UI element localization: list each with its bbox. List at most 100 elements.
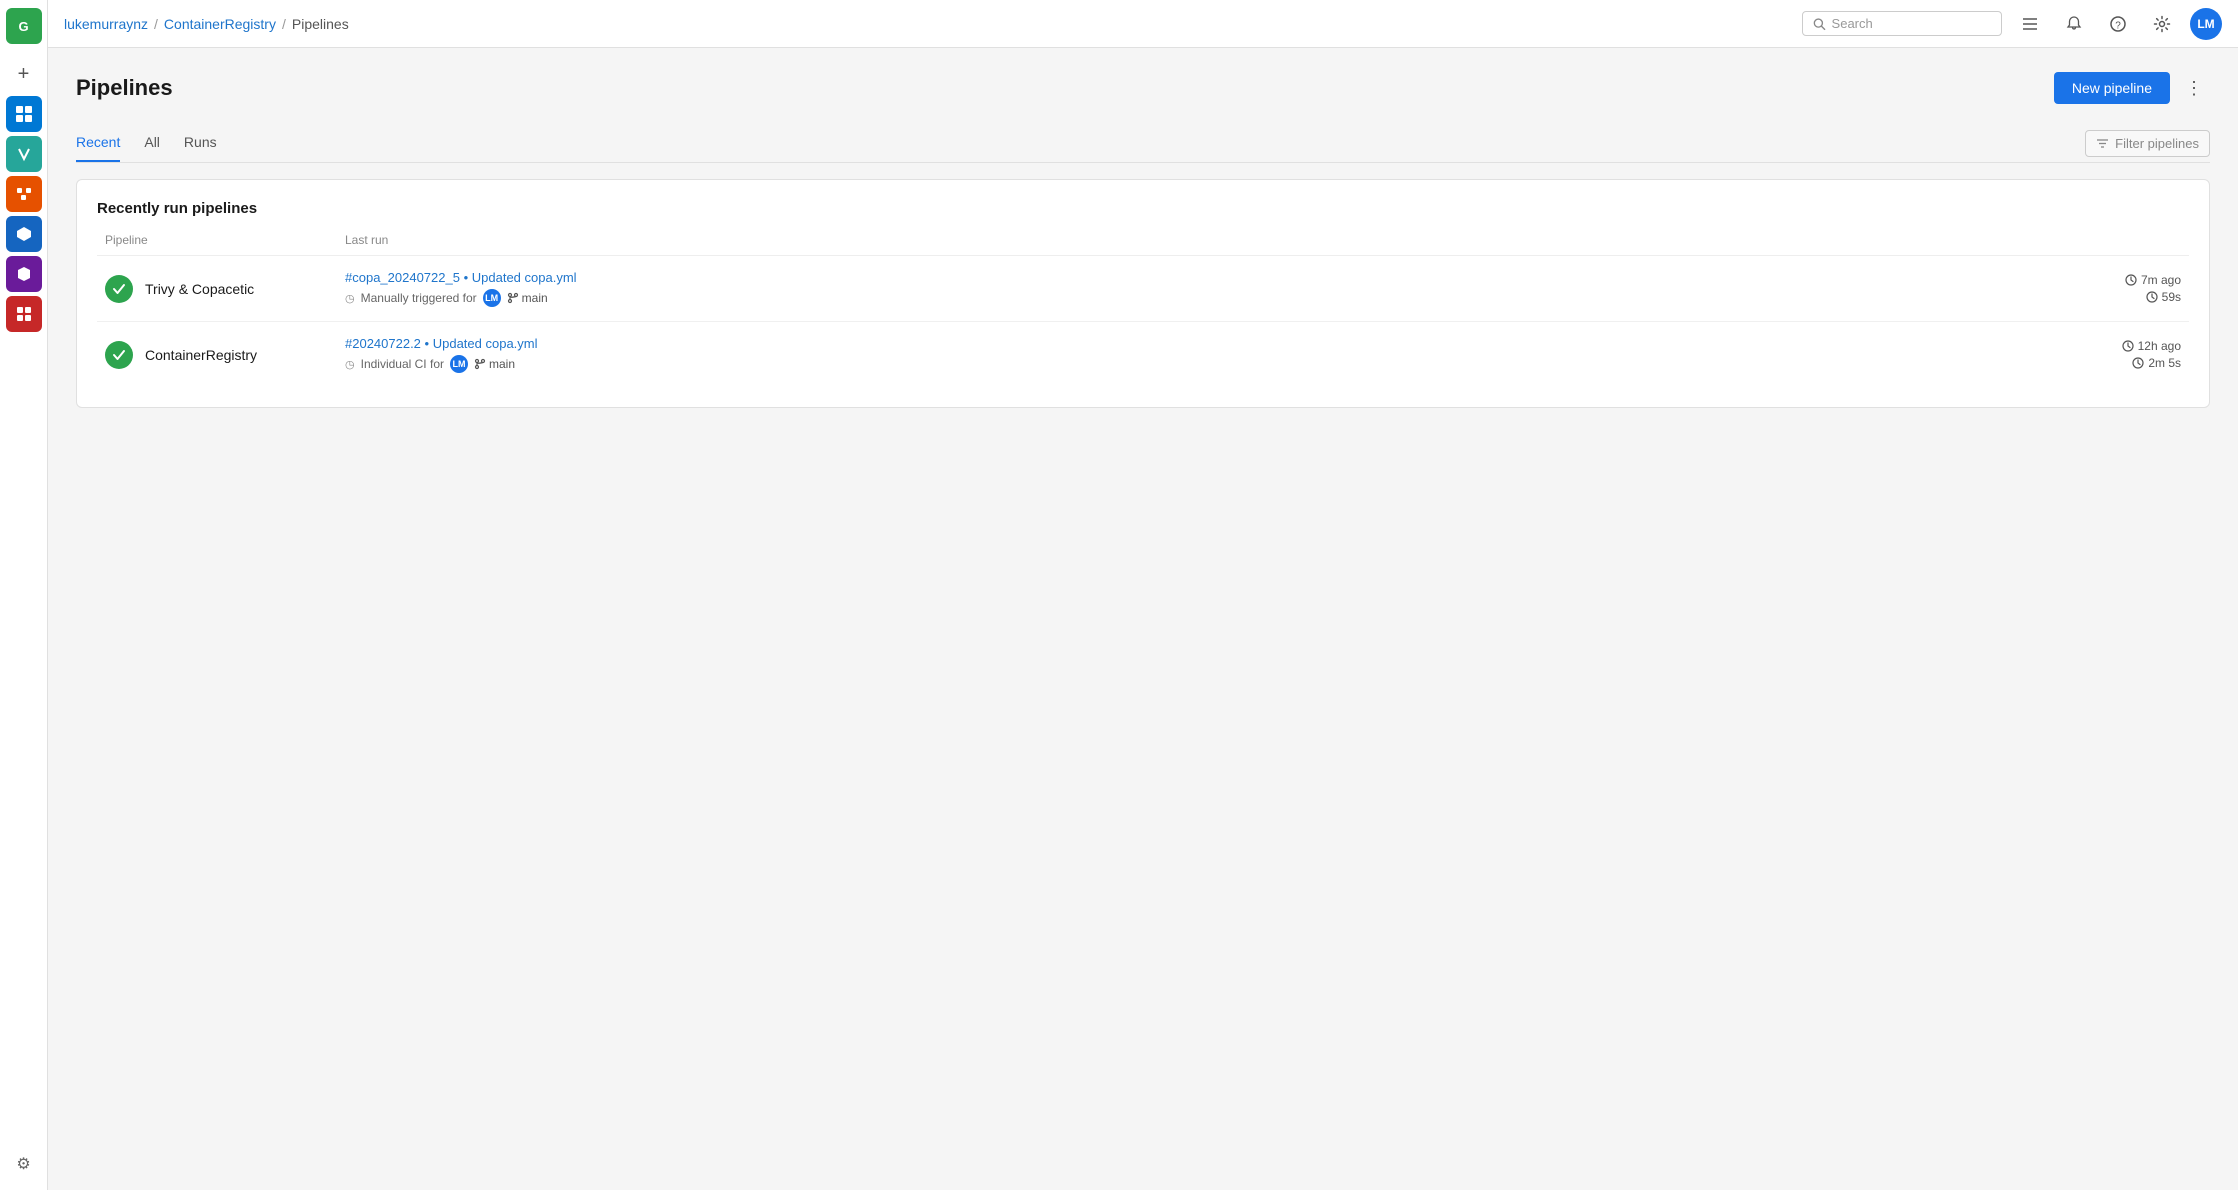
menu-icon[interactable] bbox=[2014, 8, 2046, 40]
more-options-button[interactable]: ⋮ bbox=[2178, 72, 2210, 104]
user-avatar-small: LM bbox=[450, 355, 468, 373]
notifications-icon[interactable] bbox=[2058, 8, 2090, 40]
sidebar-item-pipelines[interactable] bbox=[6, 176, 42, 212]
branch-ref: main bbox=[507, 291, 548, 305]
page-content: Pipelines New pipeline ⋮ Recent All Runs bbox=[48, 48, 2238, 1190]
status-success-icon bbox=[105, 341, 133, 369]
run-commit-link[interactable]: #20240722.2 • Updated copa.yml bbox=[345, 336, 2101, 351]
branch-icon bbox=[474, 358, 486, 370]
run-commit-link[interactable]: #copa_20240722_5 • Updated copa.yml bbox=[345, 270, 2101, 285]
topnav-right: ? LM bbox=[1802, 8, 2222, 40]
commit-sep: • bbox=[425, 336, 433, 351]
clock-icon bbox=[2125, 274, 2137, 286]
sidebar-bottom: ⚙ bbox=[6, 1146, 42, 1182]
header-actions: New pipeline ⋮ bbox=[2054, 72, 2210, 104]
table-headers: Pipeline Last run bbox=[97, 233, 2189, 256]
sidebar-item-testplans[interactable] bbox=[6, 216, 42, 252]
run-info: #20240722.2 • Updated copa.yml ◷ Individ… bbox=[345, 336, 2101, 373]
branch-name: main bbox=[489, 357, 515, 371]
run-timing: 7m ago 59s bbox=[2101, 273, 2181, 304]
duration-row: 59s bbox=[2146, 290, 2181, 304]
breadcrumb-user[interactable]: lukemurraynz bbox=[64, 16, 148, 32]
trigger-icon: ◷ bbox=[345, 358, 355, 371]
time-ago-row: 7m ago bbox=[2125, 273, 2181, 287]
branch-ref: main bbox=[474, 357, 515, 371]
branch-icon bbox=[507, 292, 519, 304]
boards-icon bbox=[15, 105, 33, 123]
sidebar-item-repos[interactable] bbox=[6, 136, 42, 172]
gear-icon bbox=[2153, 15, 2171, 33]
time-ago: 12h ago bbox=[2138, 339, 2181, 353]
svg-text:?: ? bbox=[2115, 20, 2121, 31]
tab-recent[interactable]: Recent bbox=[76, 124, 120, 162]
settings-nav-icon[interactable] bbox=[2146, 8, 2178, 40]
topnav: lukemurraynz / ContainerRegistry / Pipel… bbox=[48, 0, 2238, 48]
branch-name: main bbox=[522, 291, 548, 305]
time-ago-row: 12h ago bbox=[2122, 339, 2181, 353]
new-pipeline-button[interactable]: New pipeline bbox=[2054, 72, 2170, 104]
pipeline-section: Recently run pipelines Pipeline Last run… bbox=[76, 179, 2210, 408]
trigger-icon: ◷ bbox=[345, 292, 355, 305]
repos-icon bbox=[15, 145, 33, 163]
trigger-text: Manually triggered for bbox=[361, 291, 477, 305]
sidebar-item-add[interactable]: + bbox=[6, 56, 42, 92]
filter-pipelines-input[interactable]: Filter pipelines bbox=[2085, 130, 2210, 157]
bell-icon bbox=[2065, 15, 2083, 33]
duration-row: 2m 5s bbox=[2132, 356, 2181, 370]
help-icon[interactable]: ? bbox=[2102, 8, 2134, 40]
time-ago: 7m ago bbox=[2141, 273, 2181, 287]
col-header-lastrun: Last run bbox=[345, 233, 2181, 247]
user-avatar-small: LM bbox=[483, 289, 501, 307]
page-title: Pipelines bbox=[76, 75, 173, 101]
filter-placeholder: Filter pipelines bbox=[2115, 136, 2199, 151]
filter-icon bbox=[2096, 137, 2109, 150]
sidebar-logo[interactable]: G bbox=[6, 8, 42, 44]
search-input[interactable] bbox=[1832, 16, 1991, 31]
tab-all[interactable]: All bbox=[144, 124, 160, 162]
breadcrumb-sep1: / bbox=[154, 16, 158, 32]
tab-runs[interactable]: Runs bbox=[184, 124, 217, 162]
main-content: lukemurraynz / ContainerRegistry / Pipel… bbox=[48, 0, 2238, 1190]
col-header-pipeline: Pipeline bbox=[105, 233, 345, 247]
breadcrumb: lukemurraynz / ContainerRegistry / Pipel… bbox=[64, 16, 349, 32]
duration: 2m 5s bbox=[2148, 356, 2181, 370]
tabs-bar: Recent All Runs Filter pipelines bbox=[76, 124, 2210, 163]
more-apps-icon bbox=[15, 305, 33, 323]
duration-icon bbox=[2146, 291, 2158, 303]
testplans-icon bbox=[15, 225, 33, 243]
breadcrumb-sep2: / bbox=[282, 16, 286, 32]
pipeline-name[interactable]: Trivy & Copacetic bbox=[145, 281, 345, 297]
table-row[interactable]: Trivy & Copacetic #copa_20240722_5 • Upd… bbox=[97, 256, 2189, 322]
logo-text: G bbox=[18, 19, 28, 34]
pipeline-name[interactable]: ContainerRegistry bbox=[145, 347, 345, 363]
breadcrumb-project[interactable]: ContainerRegistry bbox=[164, 16, 276, 32]
more-icon: ⋮ bbox=[2185, 78, 2203, 99]
run-timing: 12h ago 2m 5s bbox=[2101, 339, 2181, 370]
sidebar: G + ⚙ bbox=[0, 0, 48, 1190]
run-meta: ◷ Manually triggered for LM main bbox=[345, 289, 2101, 307]
duration: 59s bbox=[2162, 290, 2181, 304]
page-header: Pipelines New pipeline ⋮ bbox=[76, 72, 2210, 104]
breadcrumb-page: Pipelines bbox=[292, 16, 349, 32]
checkmark-icon bbox=[112, 282, 126, 296]
run-info: #copa_20240722_5 • Updated copa.yml ◷ Ma… bbox=[345, 270, 2101, 307]
sidebar-item-more[interactable] bbox=[6, 296, 42, 332]
checkmark-icon bbox=[112, 348, 126, 362]
clock-icon bbox=[2122, 340, 2134, 352]
trigger-text: Individual CI for bbox=[361, 357, 444, 371]
list-icon bbox=[2021, 15, 2039, 33]
duration-icon bbox=[2132, 357, 2144, 369]
user-avatar[interactable]: LM bbox=[2190, 8, 2222, 40]
artifacts-icon bbox=[15, 265, 33, 283]
pipelines-icon bbox=[15, 185, 33, 203]
search-box[interactable] bbox=[1802, 11, 2002, 36]
filter-area: Filter pipelines bbox=[2085, 130, 2210, 157]
run-meta: ◷ Individual CI for LM main bbox=[345, 355, 2101, 373]
sidebar-item-boards[interactable] bbox=[6, 96, 42, 132]
sidebar-item-artifacts[interactable] bbox=[6, 256, 42, 292]
question-icon: ? bbox=[2109, 15, 2127, 33]
commit-sep: • bbox=[464, 270, 472, 285]
table-row[interactable]: ContainerRegistry #20240722.2 • Updated … bbox=[97, 322, 2189, 387]
section-title: Recently run pipelines bbox=[97, 200, 2189, 217]
sidebar-settings-icon[interactable]: ⚙ bbox=[6, 1146, 42, 1182]
